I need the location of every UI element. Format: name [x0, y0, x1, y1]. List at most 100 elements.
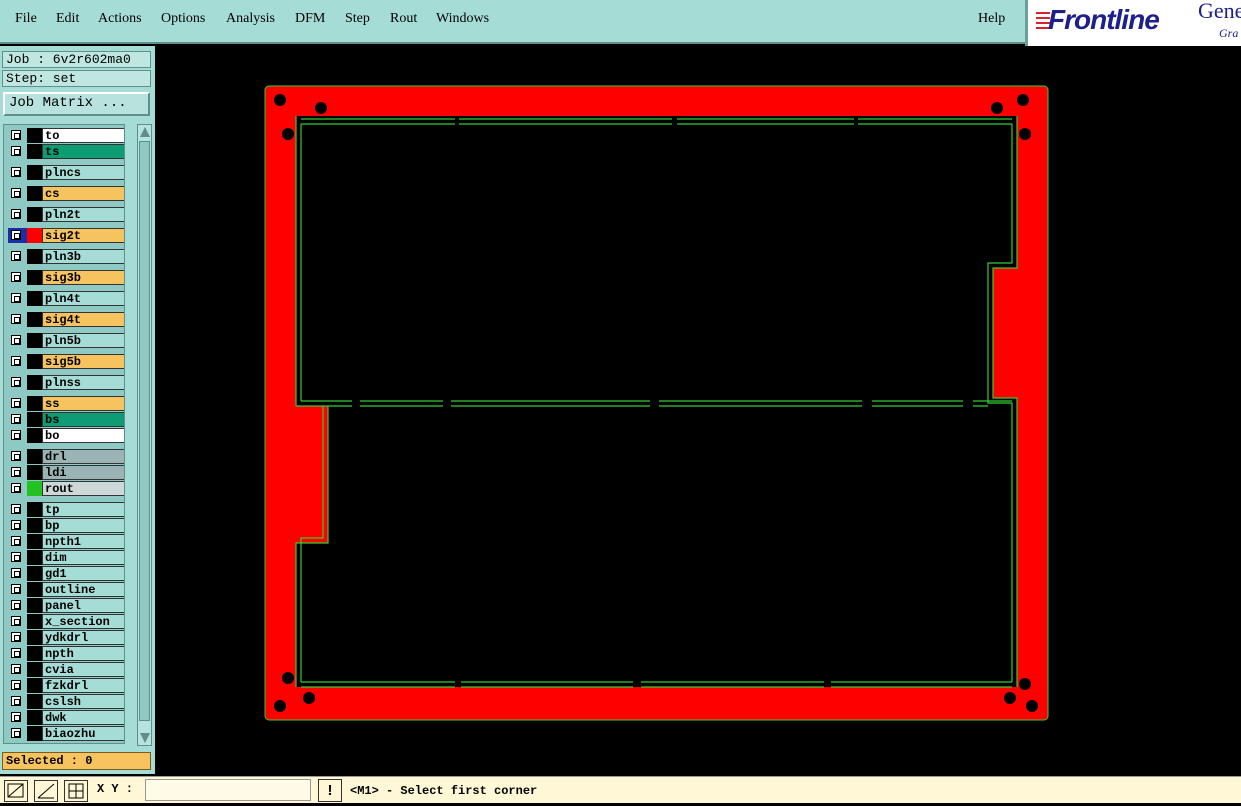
layer-name[interactable]: npth1	[42, 534, 124, 549]
layer-checkbox[interactable]	[11, 648, 21, 658]
layer-name[interactable]: ydkdrl	[42, 630, 124, 645]
layer-row-fzkdrl[interactable]: fzkdrl	[8, 678, 124, 693]
layer-color-swatch[interactable]	[27, 465, 42, 480]
layer-name[interactable]: gd1	[42, 566, 124, 581]
layer-name[interactable]: pln2t	[42, 207, 124, 222]
layer-color-swatch[interactable]	[27, 396, 42, 411]
layer-name[interactable]: plncs	[42, 165, 124, 180]
layer-name[interactable]: panel	[42, 598, 124, 613]
layer-checkbox[interactable]	[11, 272, 21, 282]
layer-checkbox[interactable]	[11, 600, 21, 610]
layer-name[interactable]: bp	[42, 518, 124, 533]
layer-color-swatch[interactable]	[27, 333, 42, 348]
layer-checkbox[interactable]	[11, 314, 21, 324]
layer-color-swatch[interactable]	[27, 249, 42, 264]
layer-row-pln3b[interactable]: pln3b	[8, 249, 124, 264]
layer-color-swatch[interactable]	[27, 312, 42, 327]
layer-row-sig3b[interactable]: sig3b	[8, 270, 124, 285]
layer-checkbox[interactable]	[11, 430, 21, 440]
layer-checkbox[interactable]	[11, 520, 21, 530]
layer-color-swatch[interactable]	[27, 165, 42, 180]
layer-name[interactable]: dwk	[42, 710, 124, 725]
layer-color-swatch[interactable]	[27, 694, 42, 709]
layer-row-bs[interactable]: bs	[8, 412, 124, 427]
layer-row-plncs[interactable]: plncs	[8, 165, 124, 180]
menu-file[interactable]: File	[15, 11, 37, 27]
layer-row-cvia[interactable]: cvia	[8, 662, 124, 677]
layer-row-npth1[interactable]: npth1	[8, 534, 124, 549]
board-view[interactable]	[155, 46, 1241, 776]
warning-button[interactable]: !	[318, 779, 342, 802]
layer-name[interactable]: fzkdrl	[42, 678, 124, 693]
menu-dfm[interactable]: DFM	[295, 11, 325, 27]
layer-name[interactable]: x_section	[42, 614, 124, 629]
layer-color-swatch[interactable]	[27, 710, 42, 725]
layer-checkbox[interactable]	[11, 728, 21, 738]
layer-color-swatch[interactable]	[27, 207, 42, 222]
layer-row-outline[interactable]: outline	[8, 582, 124, 597]
layer-color-swatch[interactable]	[27, 354, 42, 369]
layer-scrollbar[interactable]	[137, 124, 152, 746]
layer-name[interactable]: sig5b	[42, 354, 124, 369]
layer-row-cs[interactable]: cs	[8, 186, 124, 201]
menu-actions[interactable]: Actions	[98, 11, 142, 27]
menu-windows[interactable]: Windows	[436, 11, 489, 27]
layer-color-swatch[interactable]	[27, 582, 42, 597]
layer-row-panel[interactable]: panel	[8, 598, 124, 613]
layer-checkbox[interactable]	[11, 584, 21, 594]
layer-row-bo[interactable]: bo	[8, 428, 124, 443]
layer-checkbox[interactable]	[11, 377, 21, 387]
scroll-down-icon[interactable]	[140, 733, 150, 743]
layer-checkbox[interactable]	[11, 188, 21, 198]
layer-row-sig2t[interactable]: sig2t	[8, 228, 124, 243]
menu-step[interactable]: Step	[345, 11, 370, 27]
layer-checkbox[interactable]	[11, 398, 21, 408]
xy-input[interactable]	[145, 779, 311, 801]
layer-name[interactable]: to	[42, 128, 124, 143]
layer-checkbox[interactable]	[11, 664, 21, 674]
layer-checkbox[interactable]	[11, 467, 21, 477]
layer-color-swatch[interactable]	[27, 662, 42, 677]
layer-row-to[interactable]: to	[8, 128, 124, 143]
layer-checkbox[interactable]	[11, 146, 21, 156]
layer-checkbox[interactable]	[11, 680, 21, 690]
layer-name[interactable]: cslsh	[42, 694, 124, 709]
layer-color-swatch[interactable]	[27, 228, 42, 243]
layer-color-swatch[interactable]	[27, 518, 42, 533]
layer-name[interactable]: plnss	[42, 375, 124, 390]
layer-checkbox[interactable]	[11, 483, 21, 493]
layer-name[interactable]: ldi	[42, 465, 124, 480]
layer-checkbox[interactable]	[11, 335, 21, 345]
layer-row-biaozhu[interactable]: biaozhu	[8, 726, 124, 741]
layer-row-dwk[interactable]: dwk	[8, 710, 124, 725]
layer-color-swatch[interactable]	[27, 291, 42, 306]
layer-color-swatch[interactable]	[27, 678, 42, 693]
layer-checkbox[interactable]	[11, 167, 21, 177]
layer-row-dim[interactable]: dim	[8, 550, 124, 565]
layer-color-swatch[interactable]	[27, 614, 42, 629]
layer-row-sig5b[interactable]: sig5b	[8, 354, 124, 369]
layer-color-swatch[interactable]	[27, 481, 42, 496]
layer-row-pln4t[interactable]: pln4t	[8, 291, 124, 306]
layer-checkbox[interactable]	[11, 616, 21, 626]
layer-checkbox[interactable]	[11, 251, 21, 261]
scroll-thumb[interactable]	[139, 141, 150, 721]
layer-checkbox[interactable]	[11, 568, 21, 578]
layer-row-gd1[interactable]: gd1	[8, 566, 124, 581]
layer-color-swatch[interactable]	[27, 534, 42, 549]
layer-name[interactable]: biaozhu	[42, 726, 124, 741]
layer-name[interactable]: ss	[42, 396, 124, 411]
layer-name[interactable]: cs	[42, 186, 124, 201]
layer-row-plnss[interactable]: plnss	[8, 375, 124, 390]
layer-name[interactable]: tp	[42, 502, 124, 517]
job-matrix-button[interactable]: Job Matrix ...	[3, 92, 150, 116]
layer-checkbox[interactable]	[11, 712, 21, 722]
layer-checkbox[interactable]	[11, 552, 21, 562]
layer-checkbox[interactable]	[11, 293, 21, 303]
layer-row-npth[interactable]: npth	[8, 646, 124, 661]
layer-checkbox[interactable]	[11, 451, 21, 461]
layer-color-swatch[interactable]	[27, 428, 42, 443]
layer-row-ts[interactable]: ts	[8, 144, 124, 159]
layer-checkbox[interactable]	[11, 356, 21, 366]
layer-color-swatch[interactable]	[27, 646, 42, 661]
